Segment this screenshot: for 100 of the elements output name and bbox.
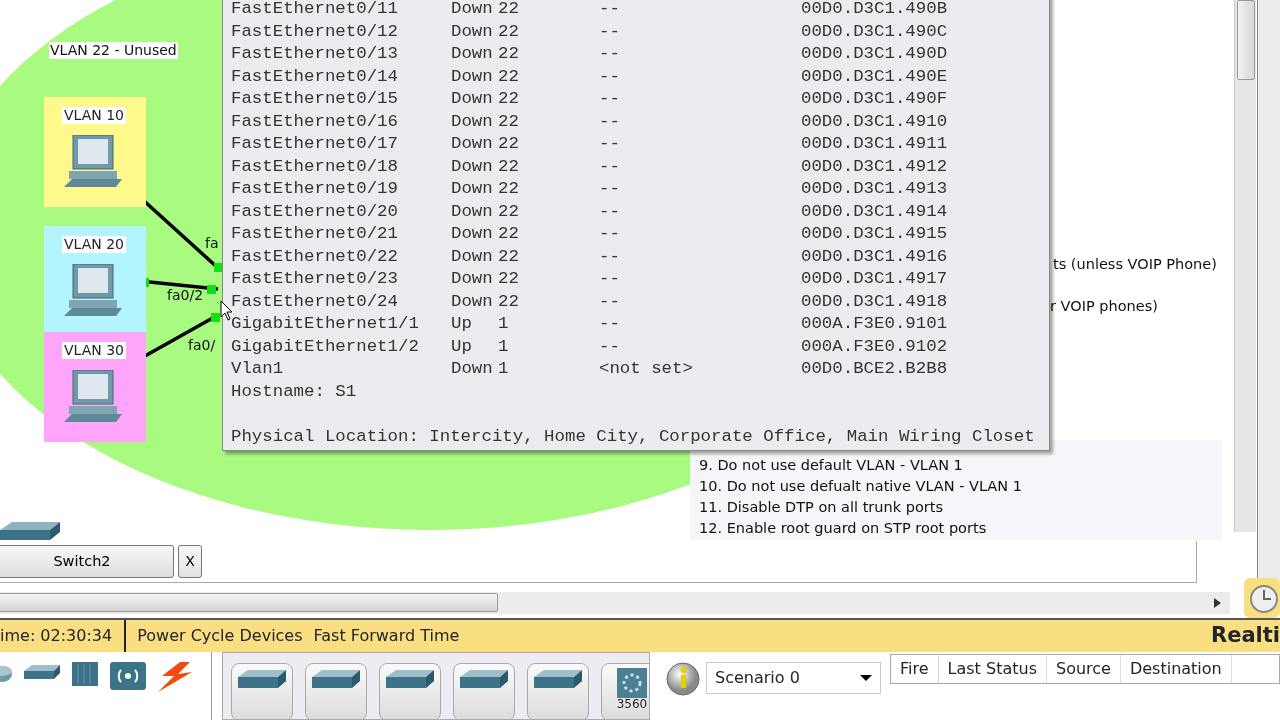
tooltip-text: -- bbox=[599, 0, 621, 20]
tooltip-text: 22 bbox=[498, 43, 520, 65]
lightning-icon[interactable] bbox=[158, 662, 192, 692]
mouse-cursor-icon bbox=[220, 300, 234, 322]
clock-icon[interactable] bbox=[1244, 578, 1280, 618]
tooltip-text: -- bbox=[599, 245, 621, 268]
switch-icon bbox=[534, 668, 582, 690]
tooltip-text: Down bbox=[451, 65, 494, 88]
tooltip-text: 000A.F3E0.9102 bbox=[801, 335, 948, 358]
zone-label: VLAN 22 - Unused bbox=[49, 42, 178, 59]
info-icon[interactable] bbox=[666, 662, 700, 696]
tooltip-text: Vlan1 bbox=[231, 358, 285, 380]
tooltip-text: 00D0.D3C1.4911 bbox=[801, 133, 948, 155]
device-button[interactable]: 3560 bbox=[601, 663, 649, 719]
switch-icon bbox=[460, 668, 508, 690]
device-button[interactable] bbox=[379, 663, 441, 719]
action-link[interactable]: Power Cycle Devices bbox=[137, 624, 303, 648]
tooltip-text: 22 bbox=[498, 0, 520, 20]
note-text: ts (unless VOIP Phone) bbox=[1053, 255, 1217, 274]
tooltip-text: FastEthernet0/13 bbox=[231, 43, 399, 65]
tooltip-text: 22 bbox=[498, 268, 520, 290]
tooltip-text: 22 bbox=[498, 200, 520, 223]
tooltip-text: 00D0.D3C1.4914 bbox=[801, 200, 948, 223]
note-text: 10. Do not use defualt native VLAN - VLAN 1 bbox=[699, 477, 1022, 496]
switch-icon bbox=[312, 668, 360, 690]
tooltip-text: -- bbox=[599, 335, 621, 358]
tooltip-text: 00D0.D3C1.490F bbox=[801, 88, 948, 110]
tooltip-text: 00D0.D3C1.4912 bbox=[801, 155, 948, 178]
tooltip-text: Physical Location: Intercity, Home City, Corporate Office, Main Wiring Closet bbox=[231, 426, 1035, 446]
tooltip-text: FastEthernet0/19 bbox=[231, 178, 399, 200]
switch-icon bbox=[386, 668, 434, 690]
tooltip-text: GigabitEthernet1/1 bbox=[231, 313, 420, 335]
tooltip-text: FastEthernet0/23 bbox=[231, 268, 399, 290]
close-button[interactable]: X bbox=[178, 545, 202, 578]
tooltip-text: Down bbox=[451, 43, 494, 65]
column-header[interactable]: Fire bbox=[891, 655, 939, 683]
host-label: VLAN 10 bbox=[62, 107, 126, 124]
tooltip-text: FastEthernet0/22 bbox=[231, 245, 399, 268]
tooltip-text: Down bbox=[451, 0, 494, 20]
realtime-label: Realti bbox=[1210, 622, 1280, 650]
switch-icon bbox=[238, 668, 286, 690]
tooltip-text: 1 bbox=[498, 335, 510, 358]
device-tab[interactable]: Switch2 bbox=[0, 545, 174, 578]
column-header[interactable]: Last Status bbox=[938, 655, 1047, 683]
tooltip-text: -- bbox=[599, 88, 621, 110]
tooltip-text: Down bbox=[451, 245, 494, 268]
action-link[interactable]: Fast Forward Time bbox=[313, 624, 460, 648]
tooltip-text: 00D0.D3C1.490B bbox=[801, 0, 948, 20]
tooltip-text: 22 bbox=[498, 65, 520, 88]
tooltip-text: 00D0.D3C1.4917 bbox=[801, 268, 948, 290]
column-header[interactable]: Destination bbox=[1120, 655, 1232, 683]
switch-icon[interactable] bbox=[0, 520, 60, 542]
tooltip-text: <not set> bbox=[599, 358, 694, 380]
host-label: VLAN 20 bbox=[62, 236, 126, 253]
tooltip-text: -- bbox=[599, 268, 621, 290]
tooltip-text: Down bbox=[451, 223, 494, 245]
tooltip-text: Down bbox=[451, 358, 494, 380]
tooltip-text: 22 bbox=[498, 290, 520, 313]
tooltip-text: 00D0.D3C1.4918 bbox=[801, 290, 948, 313]
tooltip-text: 22 bbox=[498, 110, 520, 133]
tooltip-text: 22 bbox=[498, 20, 520, 43]
horizontal-scrollbar[interactable] bbox=[0, 592, 1230, 614]
port-label: fa0/2 bbox=[166, 287, 205, 304]
tooltip-text: -- bbox=[599, 65, 621, 88]
scroll-thumb[interactable] bbox=[1237, 0, 1255, 80]
tooltip-text: FastEthernet0/24 bbox=[231, 290, 399, 313]
tooltip-text: Hostname: S1 bbox=[231, 381, 357, 401]
tooltip-text: 22 bbox=[498, 133, 520, 155]
tooltip-text: GigabitEthernet1/2 bbox=[231, 335, 420, 358]
tooltip-text: FastEthernet0/11 bbox=[231, 0, 399, 20]
device-button[interactable] bbox=[453, 663, 515, 719]
scenario-dropdown[interactable]: Scenario 0 bbox=[706, 662, 881, 694]
host-label: VLAN 30 bbox=[62, 342, 126, 359]
tooltip-text: Down bbox=[451, 110, 494, 133]
tooltip-text: -- bbox=[599, 290, 621, 313]
tooltip-text: Down bbox=[451, 200, 494, 223]
device-button[interactable] bbox=[305, 663, 367, 719]
tooltip-text: 00D0.D3C1.490C bbox=[801, 20, 948, 43]
tooltip-text: FastEthernet0/20 bbox=[231, 200, 399, 223]
device-label: 3560 bbox=[616, 698, 648, 710]
tooltip-text: 22 bbox=[498, 178, 520, 200]
tooltip-text: 00D0.D3C1.490D bbox=[801, 43, 948, 65]
wireless-icon[interactable] bbox=[110, 662, 146, 692]
tooltip-text: -- bbox=[599, 313, 621, 335]
tooltip-text: Down bbox=[451, 268, 494, 290]
scroll-thumb[interactable] bbox=[0, 593, 498, 612]
device-button[interactable] bbox=[231, 663, 293, 719]
scroll-right-icon[interactable] bbox=[1214, 598, 1222, 608]
multilayer-switch-icon bbox=[615, 668, 649, 698]
tooltip-text: -- bbox=[599, 43, 621, 65]
tooltip-text: -- bbox=[599, 223, 621, 245]
tooltip-text: FastEthernet0/12 bbox=[231, 20, 399, 43]
vertical-scrollbar[interactable] bbox=[1234, 0, 1256, 532]
tooltip-text: 22 bbox=[498, 155, 520, 178]
tooltip-text: Down bbox=[451, 290, 494, 313]
device-button[interactable] bbox=[527, 663, 589, 719]
tooltip-text: 00D0.D3C1.4916 bbox=[801, 245, 948, 268]
tooltip-text: 00D0.D3C1.4915 bbox=[801, 223, 948, 245]
tooltip-text: Down bbox=[451, 178, 494, 200]
column-header[interactable]: Source bbox=[1046, 655, 1121, 683]
